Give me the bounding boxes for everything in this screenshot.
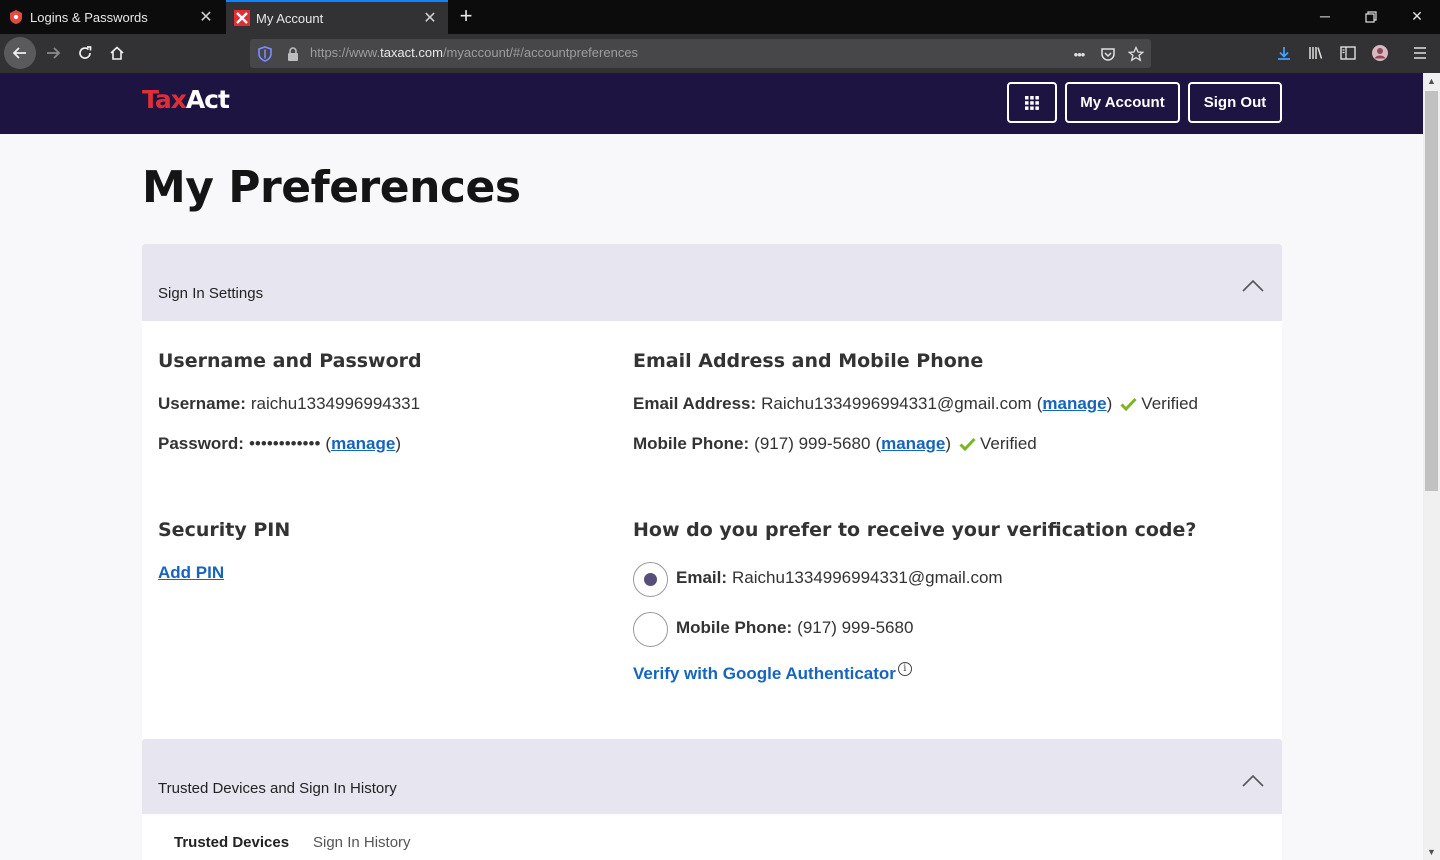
taxact-favicon-icon	[234, 10, 250, 26]
password-row: Password: •••••••••••• (manage)	[158, 434, 401, 454]
taxact-logo[interactable]: TaxAct	[142, 85, 230, 114]
tab-sign-in-history[interactable]: Sign In History	[313, 834, 411, 851]
mobile-phone-value: (917) 999-5680	[754, 434, 871, 453]
email-value: Raichu1334996994331@gmail.com	[761, 394, 1032, 413]
url-prefix: https://www.	[310, 45, 381, 60]
check-icon	[1120, 397, 1137, 411]
grid-icon	[1025, 95, 1039, 110]
mobile-phone-option-value: (917) 999-5680	[797, 618, 914, 637]
email-option-label: Email: Raichu1334996994331@gmail.com	[676, 568, 1003, 588]
account-avatar-icon[interactable]	[1365, 38, 1395, 68]
new-tab-icon[interactable]: +	[452, 4, 480, 30]
email-radio[interactable]	[633, 562, 668, 597]
apps-grid-button[interactable]	[1007, 82, 1057, 123]
tab-trusted-devices[interactable]: Trusted Devices	[174, 834, 289, 851]
back-icon[interactable]	[4, 37, 36, 69]
restore-window-icon[interactable]	[1348, 0, 1394, 34]
username-row: Username: raichu1334996994331	[158, 394, 420, 414]
panel-title: Sign In Settings	[158, 285, 264, 302]
url-domain: taxact.com	[380, 45, 443, 60]
site-header: TaxAct My Account Sign Out	[0, 73, 1423, 134]
downloads-icon[interactable]	[1269, 38, 1299, 68]
password-label: Password:	[158, 434, 244, 453]
manage-phone-link[interactable]: manage	[881, 434, 945, 454]
mobile-phone-option-label: Mobile Phone: (917) 999-5680	[676, 618, 913, 638]
google-authenticator-row: Verify with Google Authenticator i	[633, 662, 912, 684]
home-icon[interactable]	[102, 38, 132, 68]
bookmark-star-icon[interactable]	[1127, 45, 1145, 63]
email-option-name: Email:	[676, 568, 728, 587]
library-icon[interactable]	[1301, 38, 1331, 68]
username-value: raichu1334996994331	[250, 394, 421, 413]
url-path: /myaccount/#/accountpreferences	[442, 45, 639, 60]
lock-icon[interactable]	[284, 45, 302, 63]
browser-nav-bar: https://www.taxact.com/myaccount/#/accou…	[0, 34, 1440, 73]
verified-text: Verified	[1141, 394, 1198, 413]
hamburger-menu-icon[interactable]	[1405, 38, 1435, 68]
sidebar-icon[interactable]	[1333, 38, 1363, 68]
page-scrollbar[interactable]: ▲ ▼	[1423, 73, 1440, 860]
panel-title: Trusted Devices and Sign In History	[158, 780, 397, 797]
my-account-button[interactable]: My Account	[1065, 82, 1180, 123]
email-verified-badge: Verified	[1120, 394, 1198, 414]
page-actions-menu-icon[interactable]: •••	[1070, 45, 1088, 63]
reload-icon[interactable]	[70, 38, 100, 68]
close-tab-icon[interactable]: ✕	[418, 8, 442, 28]
username-label: Username:	[158, 394, 246, 413]
sign-in-settings-panel: Sign In Settings Username and Password U…	[142, 244, 1282, 739]
email-phone-heading: Email Address and Mobile Phone	[633, 350, 984, 372]
url-bar[interactable]: https://www.taxact.com/myaccount/#/accou…	[250, 39, 1151, 68]
browser-tab-bar: Logins & Passwords ✕ My Account ✕ + ─ ✕	[0, 0, 1440, 34]
logo-act: Act	[185, 85, 230, 114]
pocket-icon[interactable]	[1099, 45, 1117, 63]
tab-title: My Account	[256, 10, 324, 26]
verification-heading: How do you prefer to receive your verifi…	[633, 519, 1197, 541]
url-text: https://www.taxact.com/myaccount/#/accou…	[310, 45, 638, 60]
phone-verified-badge: Verified	[959, 434, 1037, 454]
chevron-up-icon[interactable]	[1242, 774, 1264, 788]
browser-tab-my-account[interactable]: My Account ✕	[226, 0, 448, 34]
manage-email-link[interactable]: manage	[1042, 394, 1106, 414]
trusted-devices-header[interactable]: Trusted Devices and Sign In History	[142, 739, 1282, 814]
browser-tab-logins[interactable]: Logins & Passwords ✕	[0, 0, 224, 34]
scroll-up-arrow-icon[interactable]: ▲	[1423, 73, 1440, 89]
close-window-icon[interactable]: ✕	[1394, 0, 1440, 34]
manage-password-link[interactable]: manage	[331, 434, 395, 454]
logo-tax: Tax	[142, 85, 187, 114]
check-icon	[959, 437, 976, 451]
verify-google-authenticator-link[interactable]: Verify with Google Authenticator	[633, 664, 896, 683]
email-row: Email Address: Raichu1334996994331@gmail…	[633, 394, 1198, 414]
scroll-thumb[interactable]	[1425, 91, 1438, 491]
security-pin-heading: Security PIN	[158, 519, 291, 541]
chevron-up-icon[interactable]	[1242, 279, 1264, 293]
radio-selected-dot	[644, 573, 657, 586]
forward-icon[interactable]	[38, 38, 68, 68]
mobile-phone-option-name: Mobile Phone:	[676, 618, 793, 637]
email-option-value: Raichu1334996994331@gmail.com	[732, 568, 1003, 587]
trusted-devices-panel: Trusted Devices and Sign In History Trus…	[142, 739, 1282, 860]
sign-out-button[interactable]: Sign Out	[1188, 82, 1282, 123]
mobile-phone-radio[interactable]	[633, 612, 668, 647]
minimize-window-icon[interactable]: ─	[1302, 0, 1348, 34]
username-password-heading: Username and Password	[158, 350, 422, 372]
page-title: My Preferences	[142, 162, 521, 213]
password-mask: ••••••••••••	[248, 434, 321, 453]
verified-text: Verified	[980, 434, 1037, 453]
sign-in-settings-header[interactable]: Sign In Settings	[142, 244, 1282, 321]
tracking-protection-shield-icon[interactable]	[256, 45, 274, 63]
scroll-down-arrow-icon[interactable]: ▼	[1423, 844, 1440, 860]
mobile-phone-row: Mobile Phone: (917) 999-5680 (manage) Ve…	[633, 434, 1037, 454]
add-pin-row: Add PIN	[158, 563, 224, 583]
email-label: Email Address:	[633, 394, 757, 413]
mobile-phone-label: Mobile Phone:	[633, 434, 750, 453]
lockwise-icon	[8, 9, 24, 25]
tab-title: Logins & Passwords	[30, 9, 148, 25]
add-pin-link[interactable]: Add PIN	[158, 563, 224, 583]
close-tab-icon[interactable]: ✕	[194, 7, 218, 27]
info-icon[interactable]: i	[897, 662, 912, 676]
